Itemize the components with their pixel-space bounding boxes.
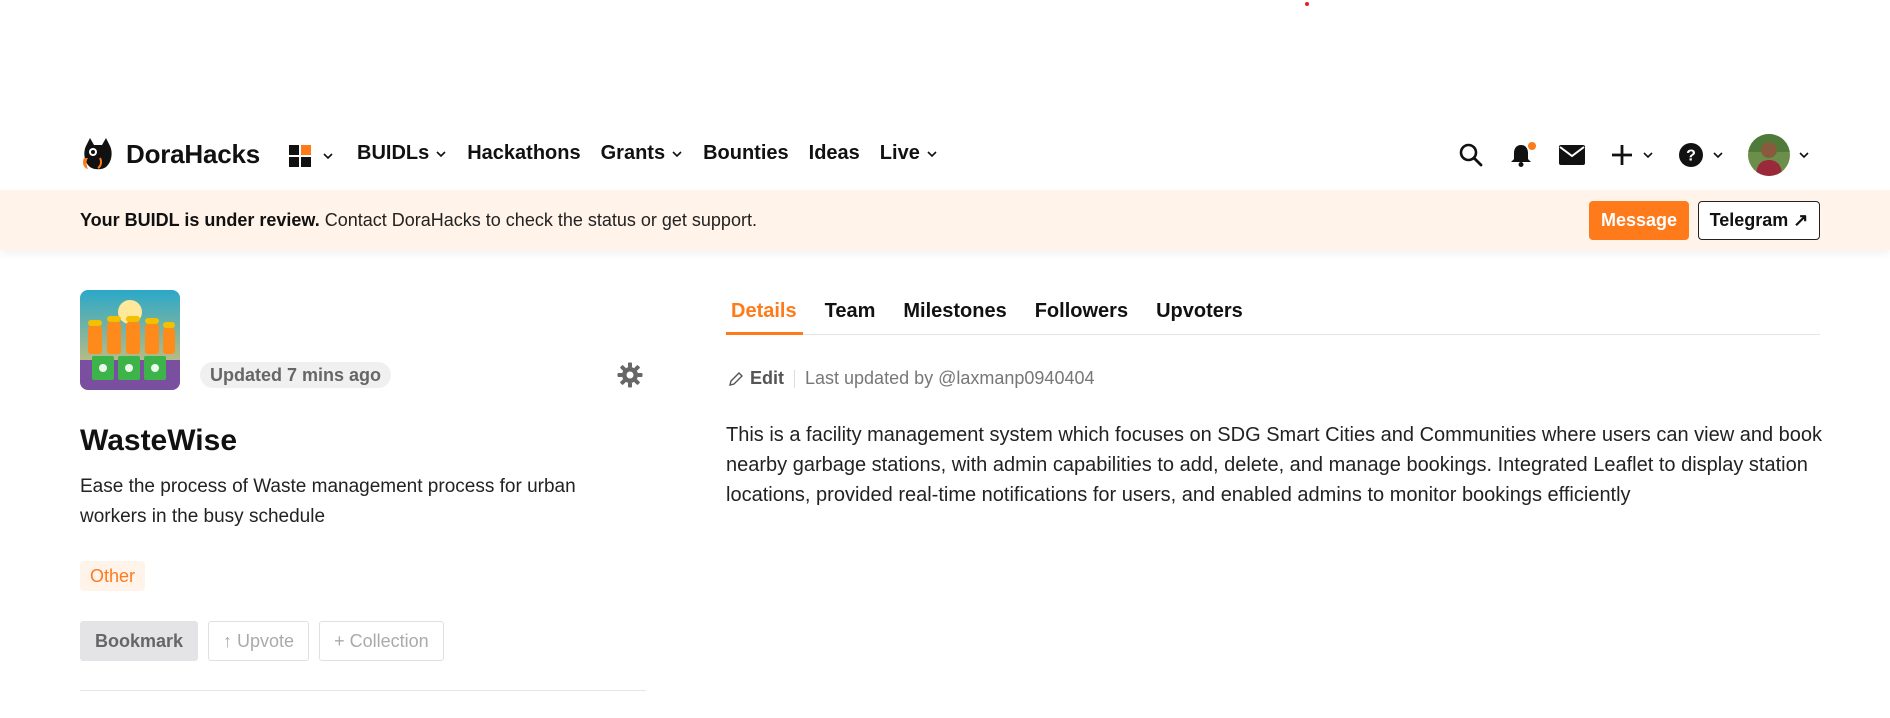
tab-upvoters[interactable]: Upvoters: [1142, 300, 1257, 334]
settings-button[interactable]: [617, 362, 643, 388]
search-icon: [1459, 143, 1483, 167]
category-tag[interactable]: Other: [80, 561, 146, 591]
brand-name: DoraHacks: [126, 138, 261, 169]
chevron-down-icon: [1643, 152, 1653, 159]
nav-grants-label: Grants: [600, 142, 666, 164]
avatar: [1748, 134, 1790, 176]
plus-icon: [1612, 145, 1632, 165]
project-logo: [80, 290, 180, 390]
nav-grants[interactable]: Grants: [601, 142, 683, 165]
nav-ideas[interactable]: Ideas: [809, 142, 860, 165]
tab-followers[interactable]: Followers: [1021, 300, 1142, 334]
apps-menu[interactable]: [288, 144, 334, 168]
project-tagline: Ease the process of Waste management pro…: [80, 476, 576, 527]
edit-label: Edit: [750, 368, 784, 388]
tab-milestones[interactable]: Milestones: [889, 300, 1020, 334]
chevron-down-icon: [927, 150, 937, 157]
dorahacks-logo-icon: [83, 138, 112, 170]
nav-buidls-label: BUIDLs: [357, 142, 430, 164]
add-to-collection-button[interactable]: + Collection: [319, 621, 444, 661]
chevron-down-icon: [1713, 152, 1723, 159]
chevron-down-icon: [1799, 152, 1809, 159]
svg-text:?: ?: [1686, 148, 1696, 165]
top-nav: DoraHacks BUIDLs Hackathons Grants Bount…: [0, 128, 1890, 184]
project-title: WasteWise: [80, 424, 238, 457]
banner-text: Your BUIDL is under review. Contact Dora…: [80, 210, 757, 231]
main-menu: BUIDLs Hackathons Grants Bounties Ideas …: [357, 142, 938, 165]
nav-bounties[interactable]: Bounties: [703, 142, 789, 165]
chevron-down-icon: [672, 150, 682, 157]
nav-hackathons-label: Hackathons: [467, 142, 581, 164]
help-icon: ?: [1679, 143, 1703, 167]
nav-live[interactable]: Live: [880, 142, 938, 165]
nav-bounties-label: Bounties: [703, 142, 789, 164]
banner-bold: Your BUIDL is under review.: [80, 210, 320, 230]
tab-details[interactable]: Details: [726, 300, 811, 335]
search-button[interactable]: [1458, 142, 1484, 168]
last-updated-text: Last updated by @laxmanp0940404: [805, 368, 1095, 388]
nav-ideas-label: Ideas: [808, 142, 860, 164]
nav-live-label: Live: [879, 142, 920, 164]
brand-logo[interactable]: DoraHacks: [80, 136, 260, 172]
divider: [80, 690, 646, 691]
notifications-button[interactable]: [1508, 142, 1536, 168]
review-banner: Your BUIDL is under review. Contact Dora…: [0, 190, 1890, 250]
notification-dot: [1528, 142, 1536, 150]
message-button[interactable]: Message: [1589, 201, 1689, 240]
cursor-dot: [1305, 2, 1309, 6]
upvote-button[interactable]: ↑ Upvote: [208, 621, 310, 661]
nav-hackathons[interactable]: Hackathons: [467, 142, 580, 165]
project-description: This is a facility management system whi…: [726, 424, 1823, 506]
gear-icon: [617, 362, 643, 388]
create-menu-button[interactable]: [1610, 143, 1654, 167]
separator: [794, 369, 795, 388]
edit-button[interactable]: Edit: [728, 368, 784, 389]
telegram-button[interactable]: Telegram ↗: [1698, 201, 1820, 240]
bookmark-button[interactable]: Bookmark: [80, 621, 199, 661]
pencil-icon: [729, 371, 743, 386]
detail-tabs: Details Team Milestones Followers Upvote…: [726, 300, 1820, 335]
project-image: [80, 290, 180, 390]
chevron-down-icon: [323, 153, 333, 160]
apps-grid-icon: [289, 145, 311, 167]
chevron-down-icon: [436, 150, 446, 157]
edit-row: Edit Last updated by @laxmanp0940404: [728, 368, 1095, 389]
nav-buidls[interactable]: BUIDLs: [357, 142, 447, 165]
tab-team[interactable]: Team: [811, 300, 890, 334]
banner-message: Contact DoraHacks to check the status or…: [319, 210, 757, 230]
updated-badge: Updated 7 mins ago: [200, 362, 392, 388]
nav-actions: ?: [1458, 134, 1810, 176]
messages-button[interactable]: [1558, 144, 1586, 166]
profile-menu-button[interactable]: [1748, 134, 1810, 176]
mail-icon: [1559, 145, 1585, 165]
help-menu-button[interactable]: ?: [1678, 142, 1724, 168]
project-actions: Bookmark ↑ Upvote + Collection: [80, 621, 444, 661]
